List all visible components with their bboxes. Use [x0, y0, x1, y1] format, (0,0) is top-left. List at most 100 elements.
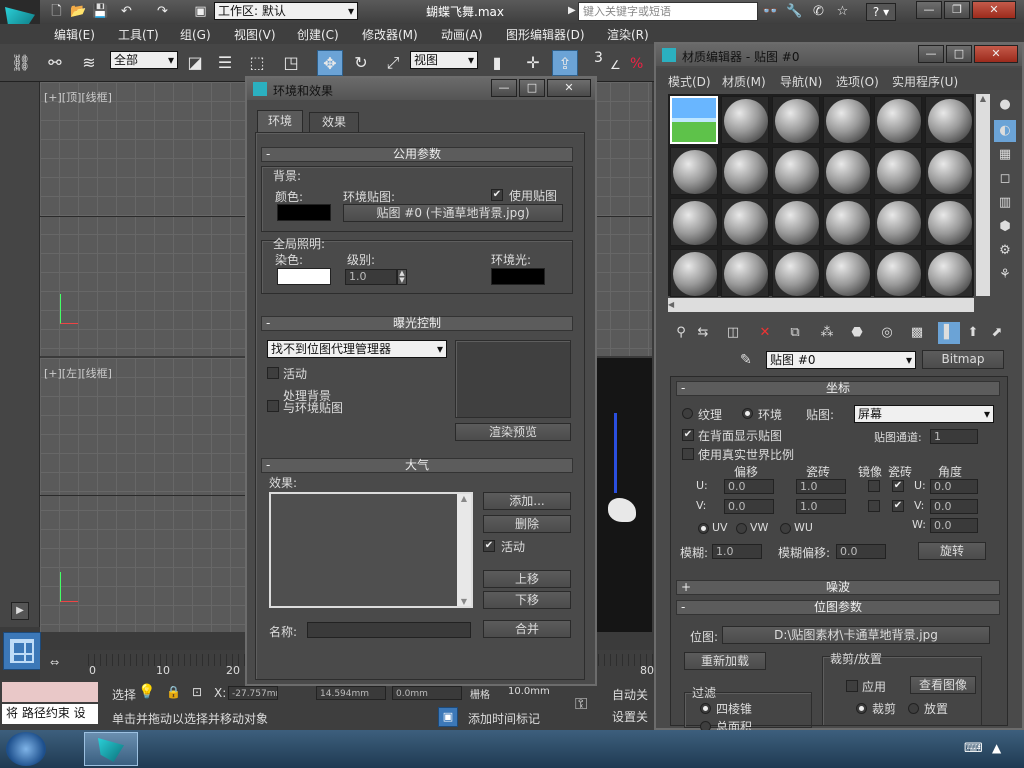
blur-spinner[interactable]: 1.0 — [712, 544, 762, 559]
make-preview-icon[interactable]: ⬢ — [994, 216, 1016, 238]
tint-color-swatch[interactable] — [277, 268, 331, 285]
mapping-select[interactable]: 屏幕 ▾ — [854, 405, 994, 423]
rollout-atmosphere[interactable]: - 大气 — [261, 458, 573, 473]
absolute-mode-icon[interactable]: ⊡ — [192, 685, 202, 699]
sample-slot[interactable] — [874, 249, 922, 297]
select-by-name-icon[interactable]: ☰ — [212, 50, 238, 76]
close-button[interactable]: ✕ — [972, 1, 1016, 19]
help-button[interactable]: ? ▾ — [866, 3, 896, 21]
show-back-checkbox[interactable]: ✔ — [682, 429, 694, 441]
move-up-button[interactable]: 上移 — [483, 570, 571, 588]
viewport-left-label[interactable]: [+][左][线框] — [44, 365, 112, 381]
go-to-parent-icon[interactable]: ⬆ — [962, 322, 984, 344]
map-channel-spinner[interactable]: 1 — [930, 429, 978, 444]
blur-offset-spinner[interactable]: 0.0 — [836, 544, 886, 559]
binoculars-icon[interactable]: 👓 — [762, 3, 779, 20]
rollout-noise[interactable]: + 噪波 — [676, 580, 1000, 595]
spinner-arrows-icon[interactable]: ▲ ▼ — [397, 269, 407, 285]
menu-mode[interactable]: 模式(D) — [668, 73, 711, 90]
maxscript-output[interactable]: 将 路径约束 设 — [2, 704, 98, 724]
menu-navigation[interactable]: 导航(N) — [780, 73, 822, 90]
sample-slot[interactable] — [772, 249, 820, 297]
real-world-checkbox[interactable] — [682, 448, 694, 460]
put-to-scene-icon[interactable]: ⇆ — [692, 322, 714, 344]
v-angle-field[interactable]: 0.0 — [930, 499, 978, 514]
sample-slot[interactable] — [823, 147, 871, 195]
add-effect-button[interactable]: 添加... — [483, 492, 571, 510]
selection-filter-select[interactable]: 全部 ▾ — [110, 51, 178, 69]
start-button[interactable] — [6, 732, 46, 766]
material-id-icon[interactable]: ◎ — [876, 322, 898, 344]
map-name-select[interactable]: 贴图 #0 ▾ — [766, 351, 916, 369]
texture-radio[interactable] — [682, 408, 693, 419]
sample-slot[interactable] — [874, 147, 922, 195]
options-icon[interactable]: ⚙ — [994, 240, 1016, 262]
bitmap-path-button[interactable]: D:\贴图素材\卡通草地背景.jpg — [722, 626, 990, 644]
sample-slot[interactable] — [925, 147, 973, 195]
w-angle-field[interactable]: 0.0 — [930, 518, 978, 533]
scale-icon[interactable]: ⤢ — [380, 50, 406, 76]
menu-edit[interactable]: 编辑(E) — [54, 26, 95, 43]
u-offset-field[interactable]: 0.0 — [724, 479, 774, 494]
percent-snap-toggle[interactable]: % — [630, 56, 643, 72]
crop-radio[interactable] — [856, 703, 867, 714]
menu-modifiers[interactable]: 修改器(M) — [362, 26, 418, 43]
effect-name-input[interactable] — [307, 622, 471, 638]
y-coord-field[interactable]: 14.594mm — [316, 686, 386, 700]
lock-icon[interactable]: 🔒 — [166, 685, 181, 699]
workspace-select[interactable]: 工作区: 默认 ▾ — [214, 2, 358, 20]
sample-slot[interactable] — [721, 198, 769, 246]
snap-toggle[interactable]: 3 — [594, 50, 603, 66]
add-time-tag[interactable]: 添加时间标记 — [468, 710, 540, 727]
v-offset-field[interactable]: 0.0 — [724, 499, 774, 514]
render-preview-button[interactable]: 渲染预览 — [455, 423, 571, 441]
sample-slot[interactable] — [925, 96, 973, 144]
menu-group[interactable]: 组(G) — [180, 26, 211, 43]
isolate-icon[interactable]: 💡 — [138, 684, 155, 700]
angle-snap-icon[interactable]: ∠ — [610, 58, 621, 72]
exposure-type-select[interactable]: 找不到位图代理管理器 ▾ — [267, 340, 447, 358]
u-mirror-checkbox[interactable] — [868, 480, 880, 492]
track-bar-icon[interactable]: ⇔ — [50, 656, 70, 674]
time-tag-icon[interactable]: ▣ — [438, 707, 458, 727]
unlink-icon[interactable]: ⚯ — [42, 50, 68, 76]
tray-arrow-icon[interactable]: ▲ — [992, 741, 1001, 755]
use-map-checkbox[interactable]: ✔ — [491, 189, 503, 201]
close-button[interactable]: ✕ — [974, 45, 1018, 63]
sample-slot[interactable] — [925, 249, 973, 297]
keyboard-tray-icon[interactable]: ⌨ — [964, 741, 983, 756]
minimize-button[interactable]: — — [491, 79, 517, 97]
window-crossing-icon[interactable]: ◳ — [278, 50, 304, 76]
sample-slot[interactable] — [670, 198, 718, 246]
z-coord-field[interactable]: 0.0mm — [392, 686, 462, 700]
select-by-material-icon[interactable]: ⚘ — [994, 264, 1016, 286]
expand-arrow-icon[interactable]: ▶ — [11, 602, 29, 620]
keyboard-shortcut-icon[interactable]: ⇪ — [552, 50, 578, 76]
ref-coord-select[interactable]: 视图 ▾ — [410, 51, 478, 69]
project-folder-icon[interactable]: ▣ — [192, 3, 209, 20]
sample-slot-grass[interactable] — [670, 96, 718, 144]
get-material-icon[interactable]: ⚲ — [670, 322, 692, 344]
bind-space-warp-icon[interactable]: ≋ — [76, 50, 102, 76]
put-to-library-icon[interactable]: ⬣ — [846, 322, 868, 344]
background-checker-icon[interactable]: ▦ — [994, 144, 1016, 166]
sample-slot[interactable] — [823, 249, 871, 297]
maximize-button[interactable]: □ — [946, 45, 972, 63]
sample-slot[interactable] — [925, 198, 973, 246]
auto-key-button[interactable]: 自动关 — [612, 686, 648, 703]
sample-type-icon[interactable]: ● — [994, 94, 1016, 116]
x-coord-field[interactable]: -27.757mm — [228, 686, 278, 700]
new-file-icon[interactable]: 🗋 — [48, 3, 65, 20]
show-map-icon[interactable]: ▩ — [906, 322, 928, 344]
uv-radio[interactable] — [698, 523, 709, 534]
sample-slot[interactable] — [772, 96, 820, 144]
sample-slot[interactable] — [670, 249, 718, 297]
level-spinner[interactable]: 1.0 — [345, 269, 397, 285]
sample-uv-icon[interactable]: ◻ — [994, 168, 1016, 190]
menu-options[interactable]: 选项(O) — [836, 73, 879, 90]
menu-tools[interactable]: 工具(T) — [118, 26, 159, 43]
v-tiling-field[interactable]: 1.0 — [796, 499, 846, 514]
env-map-button[interactable]: 贴图 #0 (卡通草地背景.jpg) — [343, 204, 563, 222]
pyramidal-radio[interactable] — [700, 703, 711, 714]
wu-radio[interactable] — [780, 523, 791, 534]
